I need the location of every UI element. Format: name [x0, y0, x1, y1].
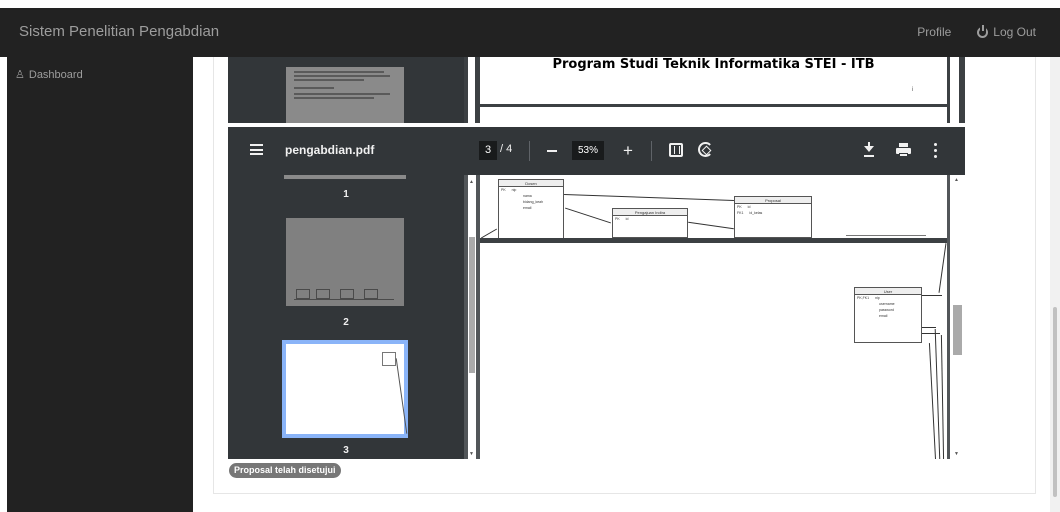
page-number-input[interactable]: 3: [479, 141, 497, 160]
background-page: Program Studi Teknik Informatika STEI - …: [480, 57, 947, 104]
thumbnail-page-3[interactable]: [282, 340, 408, 438]
status-badge: Proposal telah disetujui: [229, 463, 341, 478]
navbar: Sistem Penelitian Pengabdian Profile Log…: [0, 0, 1060, 57]
more-options-icon[interactable]: [934, 143, 938, 159]
entity-user: User PK,FK1 nip username password email: [854, 287, 922, 343]
rotate-icon[interactable]: [698, 142, 713, 157]
background-thumb-scrollbar[interactable]: [468, 57, 475, 123]
pdf-page-2: Dosen PK nip nama bidang_keah email Penga…: [480, 175, 947, 238]
logout-link[interactable]: Log Out: [977, 24, 1036, 39]
thumbnail-label: 3: [343, 445, 349, 456]
zoom-out-icon[interactable]: [547, 150, 557, 152]
navbar-right: Profile Log Out: [917, 24, 1036, 39]
pdf-viewer: pengabdian.pdf 3 / 4 53% + 1 2 3 ▲ ▼ Dos…: [228, 127, 965, 459]
entity-title: Proposal: [735, 197, 811, 204]
page-heading: Program Studi Teknik Informatika STEI - …: [552, 57, 875, 72]
thumbnail-page-1[interactable]: [284, 175, 406, 179]
background-pdf-viewer: Program Studi Teknik Informatika STEI - …: [228, 57, 965, 123]
document-scrollbar[interactable]: ▲ ▼: [950, 175, 965, 459]
zoom-in-icon[interactable]: +: [623, 141, 633, 160]
entity-title: Pengajuan Indira: [613, 209, 687, 216]
download-icon[interactable]: [864, 142, 874, 158]
profile-link[interactable]: Profile: [917, 25, 951, 39]
entity-row: FK1 id_kelas: [735, 210, 811, 216]
key-label: PK,FK1: [857, 296, 870, 300]
dashboard-icon: ♙: [15, 69, 25, 81]
sidebar-item-dashboard[interactable]: ♙ Dashboard: [15, 68, 83, 82]
background-thumbnail[interactable]: [286, 67, 404, 123]
field-name: nip: [511, 188, 517, 192]
power-icon: [977, 24, 989, 38]
print-icon[interactable]: [896, 143, 911, 157]
toolbar-divider: [529, 141, 530, 161]
entity-title: Dosen: [499, 180, 563, 187]
field-name: id: [625, 217, 629, 221]
background-page-next: [480, 105, 947, 123]
page-scrollbar[interactable]: [1050, 57, 1060, 512]
toolbar-divider: [651, 141, 652, 161]
pdf-toolbar: pengabdian.pdf 3 / 4 53% +: [228, 127, 965, 175]
page-number: i: [911, 87, 913, 93]
fit-page-icon[interactable]: [669, 143, 683, 157]
logout-label: Log Out: [993, 25, 1036, 39]
entity-title: User: [855, 288, 921, 295]
zoom-input[interactable]: 53%: [572, 141, 604, 160]
key-label: FK1: [737, 211, 744, 215]
entity-row: PK id: [613, 216, 687, 222]
entity-row: email: [523, 206, 532, 210]
thumbnail-scrollbar[interactable]: ▲ ▼: [468, 175, 476, 459]
total-pages: 4: [506, 143, 513, 155]
page-separator: /: [500, 143, 504, 155]
entity-proposal: Proposal PK id FK1 id_kelas: [734, 196, 812, 238]
brand-title[interactable]: Sistem Penelitian Pengabdian: [19, 23, 219, 40]
thumbnail-label: 1: [343, 189, 349, 200]
background-thumbnails: [228, 57, 464, 123]
sidebar-item-label: Dashboard: [28, 68, 83, 81]
key-label: PK: [615, 217, 620, 221]
entity-dosen: Dosen PK nip nama bidang_keah email: [498, 179, 564, 238]
thumbnail-sidebar: 1 2 3: [228, 175, 464, 459]
thumbnail-page-2[interactable]: [286, 218, 404, 306]
sidebar: ♙ Dashboard: [7, 57, 193, 512]
thumbnail-label: 2: [343, 317, 349, 328]
field-name: id_kelas: [749, 211, 763, 215]
page-count: / 4: [500, 143, 512, 155]
pdf-filename: pengabdian.pdf: [285, 143, 375, 157]
document-area: Dosen PK nip nama bidang_keah email Penga…: [480, 175, 947, 459]
background-doc-scrollbar[interactable]: [950, 57, 959, 123]
key-label: PK: [501, 188, 506, 192]
pdf-page-3: User PK,FK1 nip username password email: [480, 243, 947, 459]
entity-pengajuan: Pengajuan Indira PK id: [612, 208, 688, 238]
menu-icon[interactable]: [250, 144, 263, 155]
entity-row: email: [879, 314, 888, 318]
